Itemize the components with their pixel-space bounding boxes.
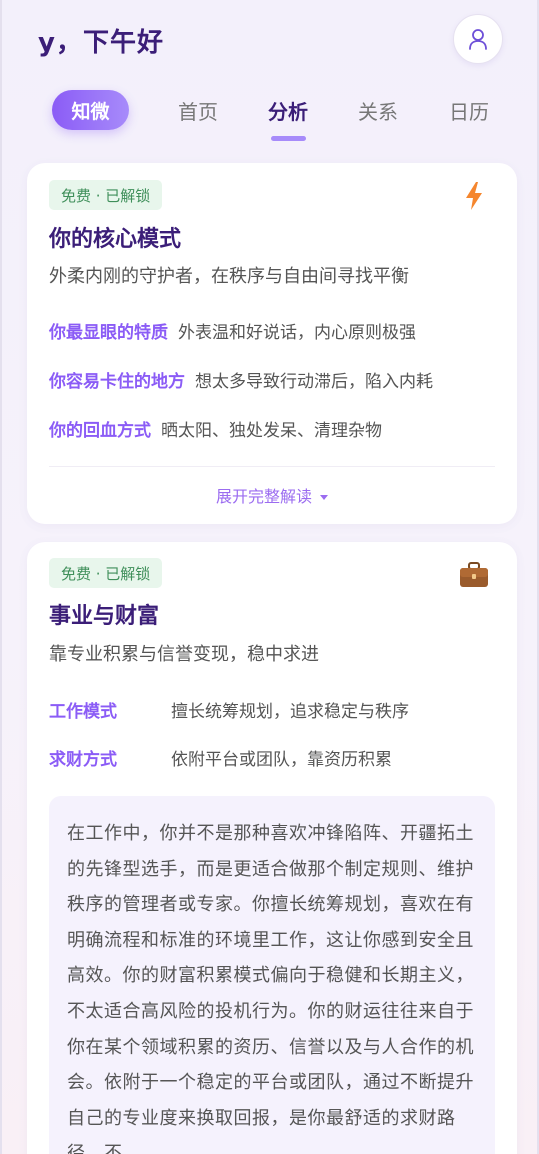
info-row: 工作模式 擅长统筹规划，追求稳定与秩序 [49, 697, 409, 722]
briefcase-icon [457, 558, 491, 592]
trait-value: 想太多导致行动滞后，陷入内耗 [195, 372, 433, 392]
trait-row: 你容易卡住的地方 想太多导致行动滞后，陷入内耗 [49, 367, 433, 392]
greeting-text: y，下午好 [38, 28, 164, 58]
top-header: y，下午好 [2, 0, 537, 80]
detail-reading-text: 在工作中，你并不是那种喜欢冲锋陷阵、开疆拓土的先锋型选手，而是更适合做那个制定规… [49, 796, 495, 1154]
divider [49, 466, 495, 467]
trait-row: 你的回血方式 晒太阳、独处发呆、清理杂物 [49, 416, 382, 441]
career-wealth-card: 免费 · 已解锁 事业与财富 靠专业积累与信誉变现，稳中求进 工作模式 擅长统筹规… [27, 542, 517, 1154]
trait-value: 外表温和好说话，内心原则极强 [178, 323, 416, 343]
unlock-badge: 免费 · 已解锁 [49, 180, 163, 210]
info-row: 求财方式 依附平台或团队，靠资历积累 [49, 745, 392, 770]
trait-label: 你最显眼的特质 [49, 323, 168, 343]
row-label: 求财方式 [49, 750, 117, 770]
lightning-icon [457, 179, 491, 213]
row-value: 依附平台或团队，靠资历积累 [171, 750, 392, 770]
caret-down-icon [320, 495, 328, 500]
tab-home[interactable]: 首页 [163, 96, 233, 126]
expand-full-reading-button[interactable]: 展开完整解读 [27, 483, 517, 507]
expand-label: 展开完整解读 [215, 487, 312, 506]
trait-value: 晒太阳、独处发呆、清理杂物 [161, 421, 382, 441]
profile-button[interactable] [453, 14, 503, 64]
unlock-badge: 免费 · 已解锁 [49, 558, 163, 588]
main-tab-bar: 知微 首页 分析 关系 日历 [2, 88, 537, 148]
core-pattern-card: 免费 · 已解锁 你的核心模式 外柔内刚的守护者，在秩序与自由间寻找平衡 你最显… [27, 163, 517, 524]
tab-analysis[interactable]: 分析 [253, 96, 323, 126]
trait-label: 你的回血方式 [49, 421, 151, 441]
row-label: 工作模式 [49, 702, 117, 722]
user-icon [469, 29, 487, 50]
tab-relations[interactable]: 关系 [343, 96, 413, 126]
tab-calendar[interactable]: 日历 [434, 96, 504, 126]
active-tab-indicator [271, 136, 306, 141]
trait-row: 你最显眼的特质 外表温和好说话，内心原则极强 [49, 318, 416, 343]
row-value: 擅长统筹规划，追求稳定与秩序 [171, 702, 409, 722]
card-subtitle: 靠专业积累与信誉变现，稳中求进 [49, 644, 319, 665]
card-subtitle: 外柔内刚的守护者，在秩序与自由间寻找平衡 [49, 266, 409, 287]
card-title: 事业与财富 [49, 604, 160, 629]
trait-label: 你容易卡住的地方 [49, 372, 185, 392]
card-title: 你的核心模式 [49, 227, 182, 252]
brand-logo[interactable]: 知微 [52, 90, 129, 130]
